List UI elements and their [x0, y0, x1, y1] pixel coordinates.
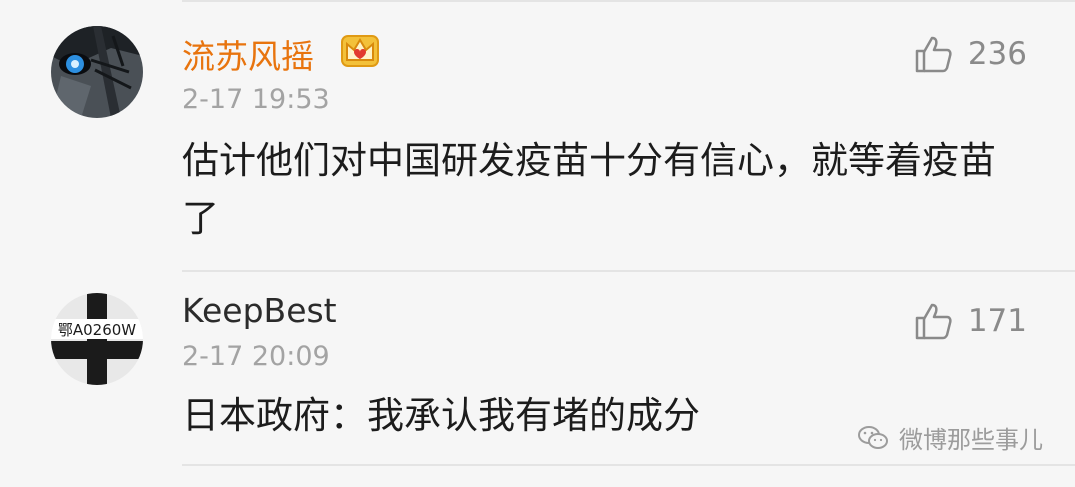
watermark-text: 微博那些事儿: [899, 426, 1043, 454]
like-button[interactable]: 236: [914, 34, 1027, 74]
thumbs-up-icon: [915, 36, 952, 73]
comment-time: 2-17 19:53: [182, 84, 330, 115]
username[interactable]: 流苏风摇: [182, 30, 314, 78]
comment-divider: [182, 464, 1075, 466]
wechat-icon: [858, 425, 888, 449]
like-count: 236: [967, 36, 1027, 72]
comment-text: 估计他们对中国研发疫苗十分有信心，就等着疫苗了: [182, 139, 996, 240]
like-button[interactable]: 171: [914, 301, 1027, 341]
crown-icon: [340, 30, 380, 70]
comment-time: 2-17 20:09: [182, 341, 330, 372]
username[interactable]: KeepBest: [182, 291, 337, 330]
avatar[interactable]: [51, 26, 143, 118]
comment-item: 流苏风摇 2-17 19:53 估计他们对中国研发疫苗十分有信心，就等着疫苗了 …: [0, 0, 1075, 272]
avatar-plate-text: 鄂A0260W: [58, 321, 136, 339]
comment-divider: [182, 270, 1075, 272]
thumbs-up-icon: [915, 303, 952, 340]
like-count: 171: [967, 303, 1027, 339]
avatar[interactable]: 鄂A0260W: [51, 293, 143, 385]
watermark: 微博那些事儿: [857, 420, 1043, 455]
